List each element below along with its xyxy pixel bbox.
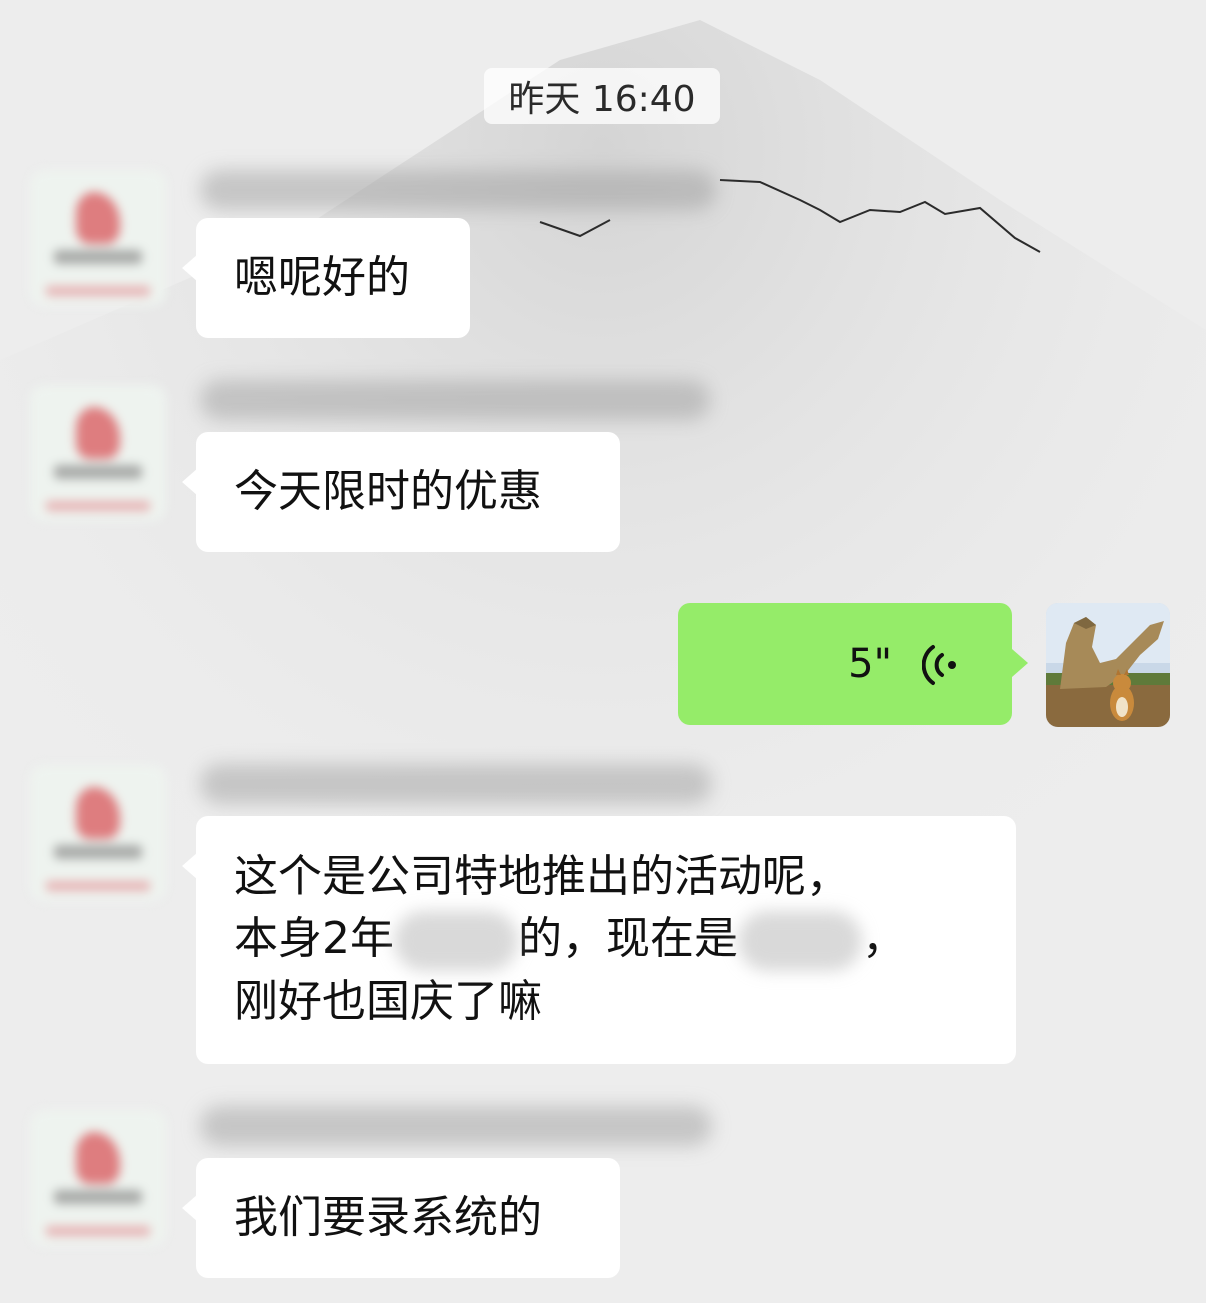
message-text: 嗯呢好的 <box>234 252 410 303</box>
contact-avatar[interactable] <box>30 170 166 306</box>
message-line: 刚好也国庆了嘛 <box>234 976 542 1027</box>
message-text: 本身2年 <box>234 913 394 964</box>
message-bubble[interactable]: 这个是公司特地推出的活动呢， 本身2年 的，现在是 ， 刚好也国庆了嘛 <box>182 816 1016 1064</box>
redacted-price <box>738 911 862 971</box>
message-text: 的，现在是 <box>518 913 738 964</box>
message-bubble[interactable]: 我们要录系统的 <box>182 1158 620 1278</box>
message-bubble[interactable]: 嗯呢好的 <box>182 218 470 338</box>
voice-wave-icon <box>922 645 956 685</box>
dog-photo-avatar[interactable] <box>1046 603 1170 727</box>
contact-avatar[interactable] <box>30 385 166 521</box>
message-bubble[interactable]: 今天限时的优惠 <box>182 432 620 552</box>
sender-name-redacted <box>200 170 716 210</box>
voice-message-bubble[interactable]: 5" <box>678 603 1028 725</box>
contact-avatar[interactable] <box>30 1110 166 1246</box>
message-text: 我们要录系统的 <box>234 1192 542 1243</box>
voice-duration: 5" <box>848 641 892 687</box>
message-line: 这个是公司特地推出的活动呢， <box>234 851 850 902</box>
sender-name-redacted <box>200 1106 712 1146</box>
sender-name-redacted <box>200 380 710 420</box>
chat-timestamp: 昨天 16:40 <box>484 68 720 124</box>
message-line: 本身2年 的，现在是 ， <box>234 908 978 971</box>
message-text: ， <box>862 913 906 964</box>
message-text: 今天限时的优惠 <box>234 466 542 517</box>
redacted-price <box>394 911 518 971</box>
sender-name-redacted <box>200 764 712 804</box>
contact-avatar[interactable] <box>30 765 166 901</box>
